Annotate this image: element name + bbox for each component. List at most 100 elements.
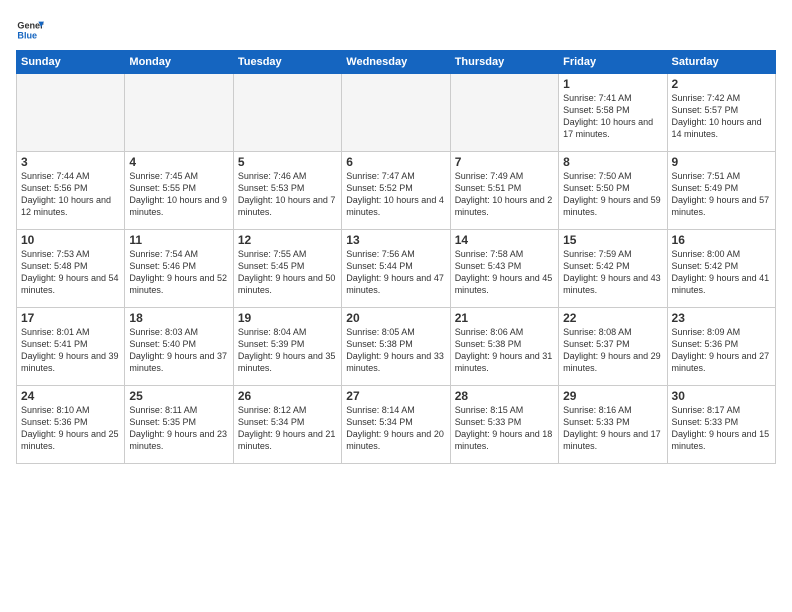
- calendar-cell: 21 Sunrise: 8:06 AMSunset: 5:38 PMDaylig…: [450, 308, 558, 386]
- col-header-monday: Monday: [125, 51, 233, 74]
- day-info: Sunrise: 8:14 AMSunset: 5:34 PMDaylight:…: [346, 404, 445, 453]
- day-info: Sunrise: 7:45 AMSunset: 5:55 PMDaylight:…: [129, 170, 228, 219]
- day-number: 26: [238, 389, 337, 403]
- calendar-cell: 5 Sunrise: 7:46 AMSunset: 5:53 PMDayligh…: [233, 152, 341, 230]
- logo: General Blue: [16, 16, 44, 44]
- day-info: Sunrise: 7:49 AMSunset: 5:51 PMDaylight:…: [455, 170, 554, 219]
- calendar-cell: 6 Sunrise: 7:47 AMSunset: 5:52 PMDayligh…: [342, 152, 450, 230]
- day-number: 4: [129, 155, 228, 169]
- calendar-cell: [342, 74, 450, 152]
- day-info: Sunrise: 7:47 AMSunset: 5:52 PMDaylight:…: [346, 170, 445, 219]
- day-info: Sunrise: 7:41 AMSunset: 5:58 PMDaylight:…: [563, 92, 662, 141]
- calendar-cell: 7 Sunrise: 7:49 AMSunset: 5:51 PMDayligh…: [450, 152, 558, 230]
- day-number: 13: [346, 233, 445, 247]
- day-info: Sunrise: 7:55 AMSunset: 5:45 PMDaylight:…: [238, 248, 337, 297]
- day-info: Sunrise: 8:15 AMSunset: 5:33 PMDaylight:…: [455, 404, 554, 453]
- day-number: 17: [21, 311, 120, 325]
- calendar-cell: 22 Sunrise: 8:08 AMSunset: 5:37 PMDaylig…: [559, 308, 667, 386]
- day-number: 2: [672, 77, 771, 91]
- day-info: Sunrise: 8:04 AMSunset: 5:39 PMDaylight:…: [238, 326, 337, 375]
- day-number: 18: [129, 311, 228, 325]
- day-number: 27: [346, 389, 445, 403]
- day-number: 5: [238, 155, 337, 169]
- day-info: Sunrise: 7:59 AMSunset: 5:42 PMDaylight:…: [563, 248, 662, 297]
- day-info: Sunrise: 8:16 AMSunset: 5:33 PMDaylight:…: [563, 404, 662, 453]
- day-number: 6: [346, 155, 445, 169]
- calendar-week-row: 17 Sunrise: 8:01 AMSunset: 5:41 PMDaylig…: [17, 308, 776, 386]
- calendar-cell: 25 Sunrise: 8:11 AMSunset: 5:35 PMDaylig…: [125, 386, 233, 464]
- day-number: 12: [238, 233, 337, 247]
- day-info: Sunrise: 8:08 AMSunset: 5:37 PMDaylight:…: [563, 326, 662, 375]
- calendar-cell: 3 Sunrise: 7:44 AMSunset: 5:56 PMDayligh…: [17, 152, 125, 230]
- calendar-cell: 26 Sunrise: 8:12 AMSunset: 5:34 PMDaylig…: [233, 386, 341, 464]
- day-number: 14: [455, 233, 554, 247]
- calendar-cell: 19 Sunrise: 8:04 AMSunset: 5:39 PMDaylig…: [233, 308, 341, 386]
- day-info: Sunrise: 7:50 AMSunset: 5:50 PMDaylight:…: [563, 170, 662, 219]
- day-info: Sunrise: 7:54 AMSunset: 5:46 PMDaylight:…: [129, 248, 228, 297]
- calendar-cell: 23 Sunrise: 8:09 AMSunset: 5:36 PMDaylig…: [667, 308, 775, 386]
- calendar-cell: 2 Sunrise: 7:42 AMSunset: 5:57 PMDayligh…: [667, 74, 775, 152]
- calendar-cell: 29 Sunrise: 8:16 AMSunset: 5:33 PMDaylig…: [559, 386, 667, 464]
- day-info: Sunrise: 8:05 AMSunset: 5:38 PMDaylight:…: [346, 326, 445, 375]
- logo-icon: General Blue: [16, 16, 44, 44]
- day-number: 16: [672, 233, 771, 247]
- calendar-cell: 20 Sunrise: 8:05 AMSunset: 5:38 PMDaylig…: [342, 308, 450, 386]
- calendar-cell: 18 Sunrise: 8:03 AMSunset: 5:40 PMDaylig…: [125, 308, 233, 386]
- day-info: Sunrise: 7:44 AMSunset: 5:56 PMDaylight:…: [21, 170, 120, 219]
- col-header-thursday: Thursday: [450, 51, 558, 74]
- calendar-cell: 17 Sunrise: 8:01 AMSunset: 5:41 PMDaylig…: [17, 308, 125, 386]
- calendar-cell: [125, 74, 233, 152]
- header: General Blue: [16, 12, 776, 44]
- calendar-cell: 15 Sunrise: 7:59 AMSunset: 5:42 PMDaylig…: [559, 230, 667, 308]
- day-info: Sunrise: 7:56 AMSunset: 5:44 PMDaylight:…: [346, 248, 445, 297]
- day-number: 9: [672, 155, 771, 169]
- svg-text:Blue: Blue: [17, 30, 37, 40]
- calendar-cell: 30 Sunrise: 8:17 AMSunset: 5:33 PMDaylig…: [667, 386, 775, 464]
- day-info: Sunrise: 7:42 AMSunset: 5:57 PMDaylight:…: [672, 92, 771, 141]
- calendar-cell: [450, 74, 558, 152]
- day-info: Sunrise: 7:53 AMSunset: 5:48 PMDaylight:…: [21, 248, 120, 297]
- calendar-cell: 4 Sunrise: 7:45 AMSunset: 5:55 PMDayligh…: [125, 152, 233, 230]
- day-number: 11: [129, 233, 228, 247]
- day-info: Sunrise: 8:01 AMSunset: 5:41 PMDaylight:…: [21, 326, 120, 375]
- day-number: 29: [563, 389, 662, 403]
- day-info: Sunrise: 8:11 AMSunset: 5:35 PMDaylight:…: [129, 404, 228, 453]
- calendar-week-row: 3 Sunrise: 7:44 AMSunset: 5:56 PMDayligh…: [17, 152, 776, 230]
- calendar-cell: 11 Sunrise: 7:54 AMSunset: 5:46 PMDaylig…: [125, 230, 233, 308]
- calendar-cell: 13 Sunrise: 7:56 AMSunset: 5:44 PMDaylig…: [342, 230, 450, 308]
- calendar-cell: 12 Sunrise: 7:55 AMSunset: 5:45 PMDaylig…: [233, 230, 341, 308]
- col-header-wednesday: Wednesday: [342, 51, 450, 74]
- day-info: Sunrise: 7:46 AMSunset: 5:53 PMDaylight:…: [238, 170, 337, 219]
- calendar-cell: 16 Sunrise: 8:00 AMSunset: 5:42 PMDaylig…: [667, 230, 775, 308]
- day-info: Sunrise: 8:10 AMSunset: 5:36 PMDaylight:…: [21, 404, 120, 453]
- day-number: 3: [21, 155, 120, 169]
- day-number: 1: [563, 77, 662, 91]
- day-number: 19: [238, 311, 337, 325]
- day-number: 24: [21, 389, 120, 403]
- day-info: Sunrise: 8:09 AMSunset: 5:36 PMDaylight:…: [672, 326, 771, 375]
- day-number: 21: [455, 311, 554, 325]
- calendar-cell: [233, 74, 341, 152]
- calendar-week-row: 10 Sunrise: 7:53 AMSunset: 5:48 PMDaylig…: [17, 230, 776, 308]
- day-number: 22: [563, 311, 662, 325]
- day-info: Sunrise: 8:12 AMSunset: 5:34 PMDaylight:…: [238, 404, 337, 453]
- col-header-friday: Friday: [559, 51, 667, 74]
- day-info: Sunrise: 7:58 AMSunset: 5:43 PMDaylight:…: [455, 248, 554, 297]
- day-number: 15: [563, 233, 662, 247]
- day-number: 25: [129, 389, 228, 403]
- calendar-cell: [17, 74, 125, 152]
- calendar-cell: 9 Sunrise: 7:51 AMSunset: 5:49 PMDayligh…: [667, 152, 775, 230]
- calendar-table: SundayMondayTuesdayWednesdayThursdayFrid…: [16, 50, 776, 464]
- calendar-cell: 10 Sunrise: 7:53 AMSunset: 5:48 PMDaylig…: [17, 230, 125, 308]
- calendar-header-row: SundayMondayTuesdayWednesdayThursdayFrid…: [17, 51, 776, 74]
- calendar-cell: 1 Sunrise: 7:41 AMSunset: 5:58 PMDayligh…: [559, 74, 667, 152]
- day-number: 10: [21, 233, 120, 247]
- calendar-cell: 8 Sunrise: 7:50 AMSunset: 5:50 PMDayligh…: [559, 152, 667, 230]
- day-number: 8: [563, 155, 662, 169]
- day-number: 30: [672, 389, 771, 403]
- day-info: Sunrise: 7:51 AMSunset: 5:49 PMDaylight:…: [672, 170, 771, 219]
- day-number: 20: [346, 311, 445, 325]
- day-info: Sunrise: 8:06 AMSunset: 5:38 PMDaylight:…: [455, 326, 554, 375]
- day-number: 28: [455, 389, 554, 403]
- calendar-cell: 27 Sunrise: 8:14 AMSunset: 5:34 PMDaylig…: [342, 386, 450, 464]
